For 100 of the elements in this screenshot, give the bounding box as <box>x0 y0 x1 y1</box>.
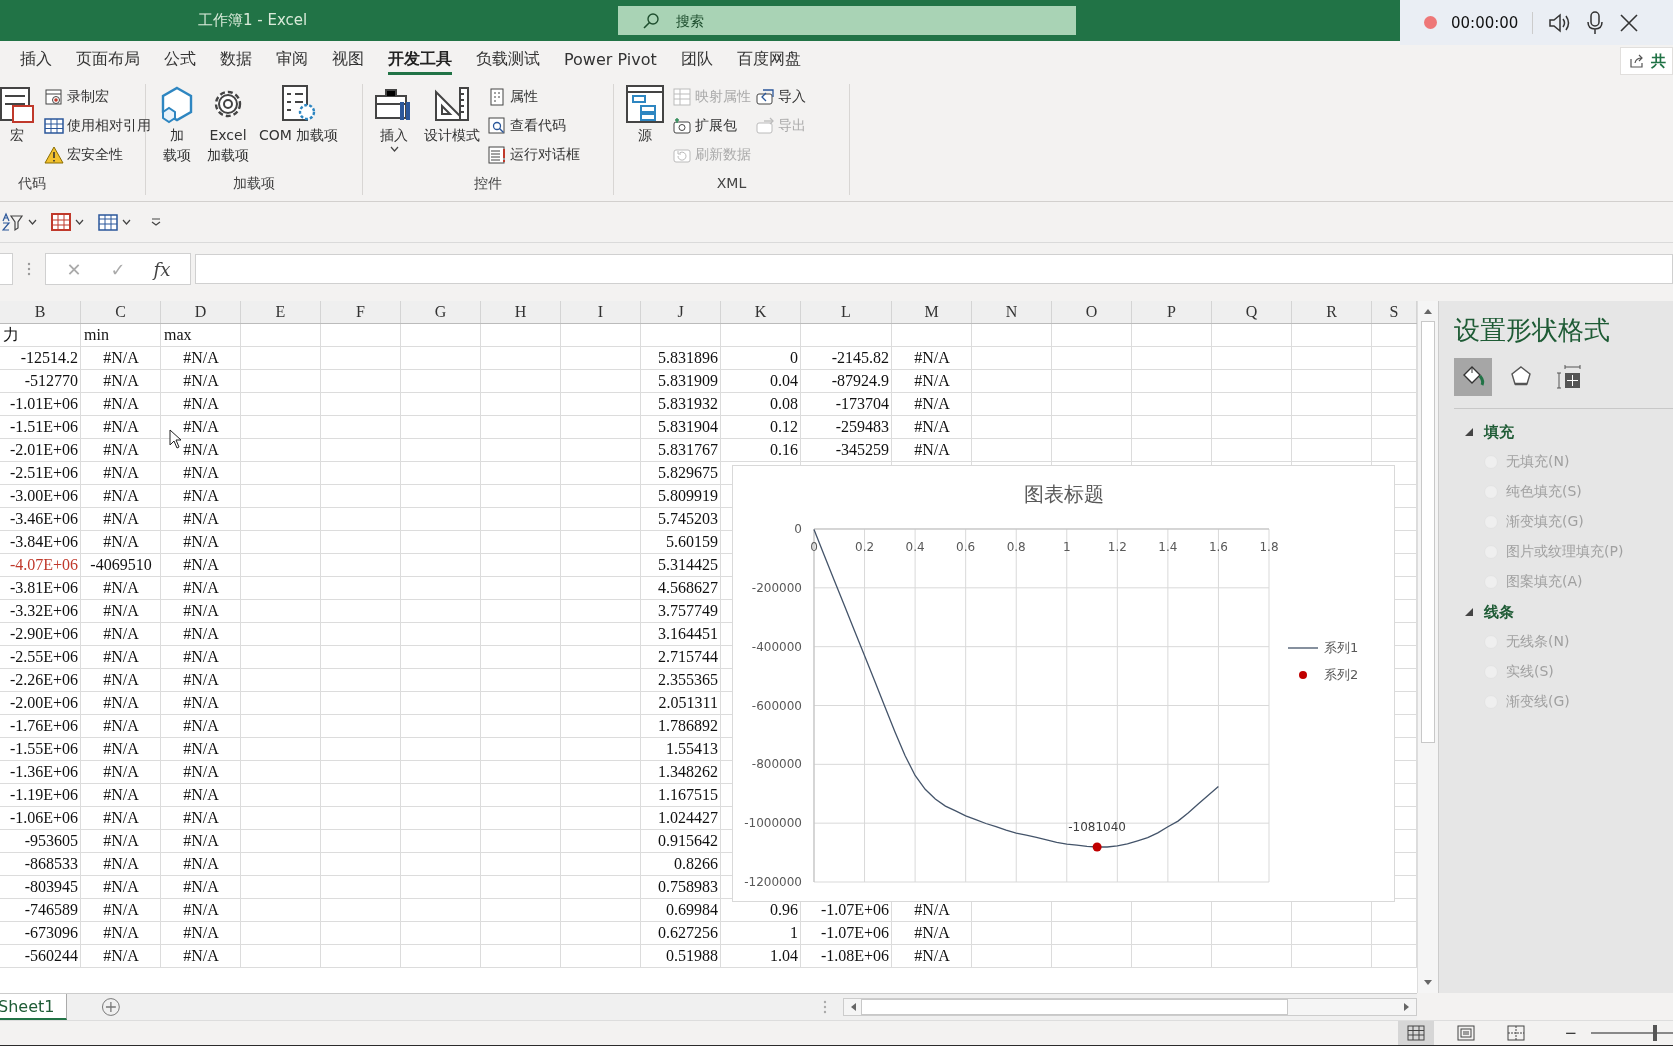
scroll-down-icon[interactable] <box>1423 979 1433 987</box>
table-cell-text: #N/A <box>102 693 140 713</box>
ribbon-tab[interactable]: 负载测试 <box>464 41 552 78</box>
insert-function-button[interactable]: fx <box>140 258 184 280</box>
ribbon-tab[interactable]: 百度网盘 <box>724 41 813 78</box>
table-icon[interactable] <box>98 213 118 231</box>
x-tick-label: 1.4 <box>1158 540 1178 554</box>
data-label: -1081040 <box>1068 820 1126 834</box>
line-chart[interactable]: 图表标题 0 0.2 0.4 0.6 0.8 1 1.2 1.4 1.6 1.8 0 -200000 -400000 -600000 -800000 -1000000 -1200000 -1081040 系列1 系列2 <box>732 465 1395 902</box>
ribbon-button[interactable]: 使用相对引用 <box>44 113 151 138</box>
ribbon-button[interactable]: 插入 <box>371 84 417 175</box>
caret-icon[interactable] <box>122 219 131 225</box>
column-header[interactable]: L <box>801 301 892 323</box>
ribbon-button[interactable]: 属性 <box>487 84 580 109</box>
ribbon-tab[interactable]: 页面布局 <box>64 41 152 78</box>
table-cell-text: -868533 <box>23 854 79 874</box>
ribbon-button[interactable]: 导入 <box>755 84 806 109</box>
macro-icon <box>0 84 37 124</box>
y-tick-label: -200000 <box>751 580 802 595</box>
ribbon-tab[interactable]: 插入 <box>0 41 64 78</box>
border-icon[interactable] <box>51 213 71 231</box>
formula-input[interactable] <box>195 254 1673 284</box>
table-cell-text: -259483 <box>834 417 890 437</box>
table-cell-text: -3.00E+06 <box>8 486 79 506</box>
section-header[interactable]: 填充 <box>1454 417 1673 447</box>
normal-view-icon[interactable] <box>1398 1021 1435 1045</box>
ribbon-button[interactable]: 查看代码 <box>487 113 580 138</box>
customize-icon[interactable] <box>151 218 161 226</box>
x-tick-label: 1.2 <box>1107 540 1127 554</box>
ribbon-button[interactable]: 宏 <box>0 84 40 175</box>
option-label: 渐变填充(G) <box>1506 513 1584 531</box>
zoom-thumb[interactable] <box>1653 1025 1658 1041</box>
column-header[interactable]: H <box>481 301 561 323</box>
ribbon-button[interactable]: 录制宏 <box>44 84 151 109</box>
ribbon-button[interactable]: 源 <box>622 84 668 175</box>
speaker-icon[interactable] <box>1547 11 1572 34</box>
ribbon-button[interactable]: Excel 加载项 <box>204 84 252 175</box>
triangle-icon <box>1464 607 1474 617</box>
x-tick-label: 0 <box>810 540 818 554</box>
column-header[interactable]: D <box>161 301 241 323</box>
caret-icon[interactable] <box>75 219 84 225</box>
vertical-scrollbar[interactable] <box>1417 301 1438 993</box>
table-cell-text: #N/A <box>913 923 951 943</box>
caret-icon[interactable] <box>28 219 37 225</box>
column-header[interactable]: I <box>561 301 641 323</box>
ribbon-button[interactable]: 扩展包 <box>672 113 751 138</box>
horizontal-scrollbar[interactable] <box>843 998 1417 1016</box>
column-header[interactable]: K <box>721 301 801 323</box>
grip-icon[interactable] <box>823 1000 828 1014</box>
ribbon-button[interactable]: 运行对话框 <box>487 142 580 167</box>
table-cell-text: #N/A <box>102 877 140 897</box>
column-header[interactable]: G <box>401 301 481 323</box>
search-field[interactable]: 搜索 <box>618 6 1076 35</box>
ribbon-button[interactable]: 加 载项 <box>154 84 200 175</box>
ribbon-button[interactable]: 设计模式 <box>421 84 483 175</box>
scroll-right-icon[interactable] <box>1403 1002 1411 1012</box>
column-header[interactable]: P <box>1132 301 1212 323</box>
import-icon <box>755 86 775 107</box>
table-cell-text: -87924.9 <box>830 371 890 391</box>
column-header[interactable]: M <box>892 301 972 323</box>
column-header[interactable]: B <box>0 301 81 323</box>
column-header[interactable]: N <box>972 301 1052 323</box>
column-header[interactable]: O <box>1052 301 1132 323</box>
ribbon-tab[interactable]: 公式 <box>152 41 208 78</box>
microphone-icon[interactable] <box>1585 10 1606 35</box>
mouse-cursor-icon <box>169 429 183 449</box>
table-cell-text: #N/A <box>102 946 140 966</box>
ribbon-button[interactable]: COM 加载项 <box>256 84 342 175</box>
column-header[interactable]: C <box>81 301 161 323</box>
add-sheet-icon[interactable] <box>101 997 122 1017</box>
table-cell-text: -2.00E+06 <box>8 693 79 713</box>
table-cell-text: -560244 <box>23 946 79 966</box>
scroll-up-icon[interactable] <box>1423 307 1433 315</box>
share-button[interactable]: 共 <box>1620 47 1673 75</box>
table-cell-text: 5.314425 <box>657 555 719 575</box>
column-header[interactable]: Q <box>1212 301 1292 323</box>
ribbon-tab[interactable]: 开发工具 <box>376 41 464 78</box>
ribbon-tab[interactable]: 数据 <box>208 41 264 78</box>
table-cell-text: -1.06E+06 <box>8 808 79 828</box>
ribbon-tab[interactable]: 团队 <box>668 41 725 78</box>
table-cell-text: -173704 <box>834 394 890 414</box>
section-header[interactable]: 线条 <box>1454 597 1673 627</box>
scroll-thumb[interactable] <box>1421 321 1435 743</box>
column-header[interactable]: F <box>321 301 401 323</box>
scroll-thumb[interactable] <box>861 999 1289 1015</box>
scroll-left-icon[interactable] <box>849 1002 858 1012</box>
zoom-out-button[interactable]: − <box>1564 1024 1577 1042</box>
column-header[interactable]: J <box>641 301 721 323</box>
ribbon-tab[interactable]: 视图 <box>320 41 376 78</box>
column-header[interactable]: R <box>1292 301 1372 323</box>
close-icon[interactable] <box>1619 12 1640 33</box>
table-cell-text: 0.758983 <box>657 877 719 897</box>
table-cell-text: #N/A <box>182 417 220 437</box>
search-input[interactable]: 搜索 <box>674 11 978 30</box>
ribbon-button[interactable]: 宏安全性 <box>44 142 151 167</box>
sort-filter-icon[interactable] <box>2 212 24 232</box>
fill-bucket-icon[interactable] <box>1454 358 1492 396</box>
ribbon-tab[interactable]: 审阅 <box>264 41 320 78</box>
column-header[interactable]: E <box>241 301 321 323</box>
ribbon-tab[interactable]: Power Pivot <box>552 41 669 78</box>
